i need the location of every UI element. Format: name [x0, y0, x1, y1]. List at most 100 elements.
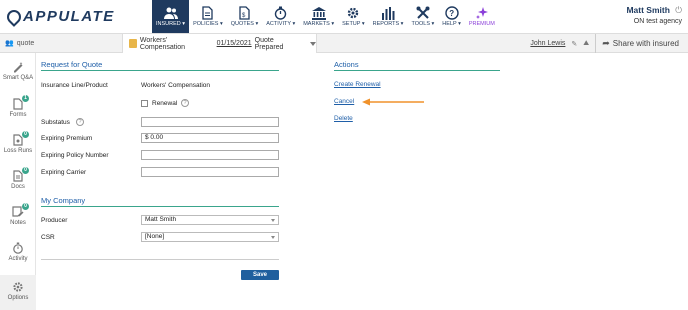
bank-icon — [311, 6, 326, 20]
docs-icon: 0 — [12, 167, 29, 182]
cancel-link[interactable]: Cancel — [334, 98, 354, 105]
folder-icon — [129, 39, 137, 48]
question-icon: ? — [444, 6, 459, 20]
forms-badge: 1 — [22, 95, 29, 102]
nav-help[interactable]: ? HELP ▾ — [438, 0, 465, 33]
chevron-down-icon — [310, 41, 316, 46]
image-icon[interactable]: ⛰ — [583, 40, 589, 48]
notes-icon: 0 — [12, 203, 29, 218]
producer-select[interactable]: Matt Smith — [141, 215, 279, 225]
quote-status: Quote Prepared — [254, 36, 284, 51]
svg-text:?: ? — [449, 9, 454, 18]
chevron-down-icon: ▾ — [290, 21, 296, 27]
renewal-checkbox[interactable] — [141, 100, 148, 107]
section-divider — [41, 206, 279, 207]
sidebar-item-notes[interactable]: 0 Notes — [0, 203, 36, 226]
notes-badge: 0 — [22, 203, 29, 210]
left-sidebar: Smart Q&A 1 Forms 0 Loss Runs 0 Docs 0 N… — [0, 53, 36, 310]
nav-reports[interactable]: REPORTS ▾ — [369, 0, 408, 33]
gear-icon — [346, 6, 360, 20]
user-menu[interactable]: Matt Smith ⏻ ON test agency — [626, 5, 682, 25]
chevron-down-icon: ▾ — [253, 21, 259, 27]
quote-line: Workers' Compensation — [139, 36, 186, 51]
context-bar: 👥 quote Workers' Compensation 01/15/2021… — [0, 33, 688, 53]
owner-link[interactable]: John Lewis — [530, 40, 565, 47]
expiring-premium-input[interactable]: $ 0.00 — [141, 133, 279, 143]
smart-qa-icon — [12, 61, 24, 73]
loss-runs-badge: 0 — [22, 131, 29, 138]
nav-premium[interactable]: PREMIUM — [465, 0, 499, 33]
stopwatch-icon — [274, 6, 288, 20]
chevron-down-icon: ▾ — [180, 21, 186, 27]
share-with-insured-button[interactable]: ➦ Share with insured — [595, 34, 679, 53]
producer-label: Producer — [41, 217, 68, 224]
sidebar-item-forms[interactable]: 1 Forms — [0, 95, 36, 118]
nav-tools[interactable]: TOOLS ▾ — [407, 0, 438, 33]
edit-icon[interactable]: ✎ — [571, 40, 577, 48]
save-button[interactable]: Save — [241, 270, 279, 280]
chevron-down-icon: ▾ — [218, 21, 223, 27]
chevron-down-icon: ▾ — [360, 21, 365, 27]
nav-markets[interactable]: MARKETS ▾ — [299, 0, 338, 33]
section-divider — [41, 70, 279, 71]
quote-date: 01/15/2021 — [216, 40, 252, 47]
calculator-icon: $ — [238, 6, 252, 20]
sidebar-item-smart-qa[interactable]: Smart Q&A — [0, 61, 36, 81]
substatus-label: Substatus — [41, 119, 70, 126]
expiring-carrier-input[interactable] — [141, 167, 279, 177]
owner-area: John Lewis ✎ ⛰ ➦ Share with insured — [530, 34, 679, 53]
forms-icon: 1 — [12, 95, 29, 110]
chevron-down-icon: ▾ — [456, 21, 461, 27]
sidebar-item-loss-runs[interactable]: 0 Loss Runs — [0, 131, 36, 154]
svg-text:$: $ — [242, 13, 246, 19]
insurance-line-value: Workers' Compensation — [141, 82, 211, 89]
top-bar: APPULATE INSURED ▾ POLICIES ▾ $ QUOTES ▾… — [0, 0, 688, 33]
expiring-policy-number-input[interactable] — [141, 150, 279, 160]
sidebar-item-activity[interactable]: Activity — [0, 242, 36, 262]
sparkle-icon — [475, 6, 489, 20]
create-renewal-link[interactable]: Create Renewal — [334, 81, 381, 88]
main-nav: INSURED ▾ POLICIES ▾ $ QUOTES ▾ ACTIVITY… — [152, 0, 499, 33]
activity-icon — [12, 242, 24, 254]
tools-icon — [416, 6, 430, 20]
chevron-down-icon — [271, 219, 275, 222]
csr-select[interactable]: [None] — [141, 232, 279, 242]
delete-link[interactable]: Delete — [334, 115, 353, 122]
share-icon: ➦ — [602, 38, 610, 48]
insured-icon: 👥 — [5, 40, 14, 47]
nav-insured[interactable]: INSURED ▾ — [152, 0, 190, 33]
user-name: Matt Smith — [626, 5, 670, 15]
form-footer-divider — [41, 259, 279, 260]
nav-activity[interactable]: ACTIVITY ▾ — [262, 0, 299, 33]
appulate-logo[interactable]: APPULATE — [4, 6, 115, 27]
renewal-help-icon[interactable]: ? — [181, 99, 189, 107]
section-divider — [334, 70, 500, 71]
my-company-title: My Company — [41, 196, 86, 205]
actions-title: Actions — [334, 60, 359, 69]
nav-policies[interactable]: POLICIES ▾ — [189, 0, 227, 33]
docs-badge: 0 — [22, 167, 29, 174]
chevron-down-icon: ▾ — [430, 21, 435, 27]
expiring-premium-label: Expiring Premium — [41, 135, 93, 142]
bar-chart-icon — [381, 6, 395, 20]
nav-quotes[interactable]: $ QUOTES ▾ — [227, 0, 263, 33]
request-for-quote-title: Request for Quote — [41, 60, 103, 69]
power-icon[interactable]: ⏻ — [675, 5, 682, 15]
logo-mark-icon — [4, 6, 24, 27]
expiring-policy-number-label: Expiring Policy Number — [41, 152, 109, 159]
sidebar-item-docs[interactable]: 0 Docs — [0, 167, 36, 190]
chevron-down-icon — [271, 236, 275, 239]
substatus-help-icon[interactable]: ? — [76, 118, 84, 126]
quote-context[interactable]: 👥 quote — [5, 39, 34, 48]
people-icon — [163, 6, 178, 20]
nav-setup[interactable]: SETUP ▾ — [338, 0, 369, 33]
renewal-label: Renewal — [152, 100, 178, 107]
quote-selector[interactable]: Workers' Compensation 01/15/2021 Quote P… — [122, 34, 317, 53]
substatus-input[interactable] — [141, 117, 279, 127]
document-icon — [201, 6, 215, 20]
chevron-down-icon: ▾ — [329, 21, 335, 27]
user-agency: ON test agency — [633, 18, 682, 25]
gear-icon — [12, 281, 24, 293]
sidebar-item-options[interactable]: Options — [0, 275, 36, 310]
annotation-arrow-icon — [362, 98, 424, 106]
